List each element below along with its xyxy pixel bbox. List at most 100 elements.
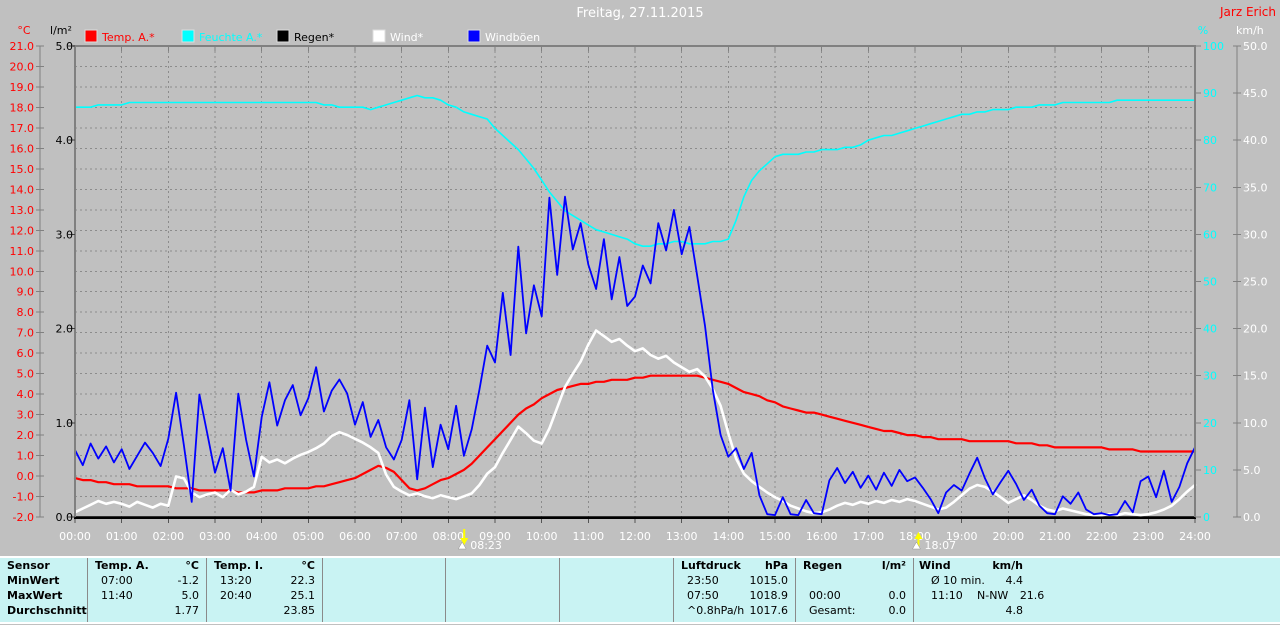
table-row [560,603,673,618]
header-cell [842,558,882,573]
row-label-text: MinWert [7,574,60,587]
table-cell [719,573,750,588]
table-row [323,588,445,603]
svg-text:08:23: 08:23 [470,539,502,552]
svg-text:23:00: 23:00 [1132,530,1164,543]
svg-text:90: 90 [1203,87,1217,100]
svg-text:25.0: 25.0 [1243,276,1268,289]
svg-text:80: 80 [1203,134,1217,147]
table-row: 20:40 25.1 [207,588,322,603]
svg-text:14.0: 14.0 [10,183,35,196]
svg-text:1.0: 1.0 [56,417,74,430]
row-label-text: Sensor [7,559,50,572]
table-row: ^0.8hPa/h 1017.6 [674,603,795,618]
axis-rain-left: l/m² 5.0 4.0 3.0 2.0 1.0 0.0 [50,24,75,524]
table-cell [573,603,666,618]
svg-text:l/m²: l/m² [50,24,72,37]
header-cell: °C [185,559,199,572]
axis-temp-left: °C 21.0 20.0 19.0 18.0 17.0 16.0 15.0 14.0 13.0 12… [10,24,44,524]
svg-text:50: 50 [1203,276,1217,289]
table-cell [336,603,438,618]
table-cell: Ø 10 min. [931,574,985,587]
table-cell: 1017.6 [749,604,789,617]
svg-text:2.0: 2.0 [56,323,74,336]
svg-text:8.0: 8.0 [17,306,35,319]
table-row [560,588,673,603]
group-header: Luftdruck hPa [674,558,795,573]
table-row: Gesamt: 0.0 [796,603,913,618]
table-cell: 22.3 [290,574,316,587]
legend-item-windb-en: Windböen [467,29,540,44]
legend-swatch [276,29,290,43]
table-cell: 5.0 [181,589,200,602]
header-cell [330,558,438,573]
table-row: 13:20 22.3 [207,573,322,588]
svg-text:12.0: 12.0 [10,224,35,237]
svg-text:17.0: 17.0 [10,122,35,135]
svg-text:-2.0: -2.0 [13,511,34,524]
table-cell [573,573,666,588]
table-cell: 0.0 [888,589,907,602]
weather-app-window: °C 21.0 20.0 19.0 18.0 17.0 16.0 15.0 14.0 13.0 12… [0,0,1280,625]
table-group-temp-a-: Temp. A. °C 07:00 -1.2 11:40 5.0 1.77 [87,558,206,622]
table-row [323,603,445,618]
svg-text:Temp. A.*: Temp. A.* [101,31,155,44]
svg-text:40.0: 40.0 [1243,134,1268,147]
table-cell: 1015.0 [749,574,789,587]
table-cell: 00:00 [809,589,841,602]
svg-text:2.0: 2.0 [17,429,35,442]
table-row: 07:50 1018.9 [674,588,795,603]
svg-text:0.0: 0.0 [56,511,74,524]
table-row [560,573,673,588]
svg-text:30.0: 30.0 [1243,228,1268,241]
table-cell [101,603,175,618]
summary-table: Sensor MinWert MaxWert Durchschnitt Temp. A.… [0,556,1280,624]
table-cell: 11:10 [931,589,963,602]
table-cell [252,573,291,588]
header-cell [977,558,991,573]
table-row: 23:50 1015.0 [674,573,795,588]
table-cell: 4.4 [1005,574,1024,587]
header-cell: °C [301,559,315,572]
axis-humidity-right: %1009080706050403020100 [1195,24,1224,524]
header-cell: Temp. I. [214,559,264,572]
table-cell: N-NW [977,589,1009,602]
svg-text:01:00: 01:00 [106,530,138,543]
table-row [446,588,559,603]
table-cell [252,588,291,603]
table-row [796,573,913,588]
axis-wind-right: km/h 50.0 45.0 40.0 35.0 30.0 25.0 20.0 15.0 10.0… [1233,24,1268,524]
table-cell: 23:50 [687,574,719,587]
table-cell: 07:50 [687,589,719,602]
table-cell [809,573,906,588]
svg-text:100: 100 [1203,40,1224,53]
svg-text:16.0: 16.0 [10,142,35,155]
table-row: 11:40 5.0 [88,588,206,603]
svg-text:45.0: 45.0 [1243,87,1268,100]
table-cell [133,573,178,588]
svg-text:3.0: 3.0 [56,228,74,241]
svg-text:13:00: 13:00 [666,530,698,543]
table-cell: 20:40 [220,589,252,602]
header-cell: Regen [803,559,843,572]
svg-text:11.0: 11.0 [10,245,35,258]
svg-text:4.0: 4.0 [56,134,74,147]
svg-text:05:00: 05:00 [292,530,324,543]
page-title: Freitag, 27.11.2015 [576,6,704,21]
svg-text:18:07: 18:07 [924,539,956,552]
table-cell: -1.2 [177,574,199,587]
header-cell: Luftdruck [681,559,741,572]
svg-text:0.0: 0.0 [17,470,35,483]
svg-text:-1.0: -1.0 [13,491,34,504]
table-cell: 1.77 [174,604,200,617]
svg-text:10.0: 10.0 [1243,417,1268,430]
svg-text:km/h: km/h [1236,24,1264,37]
table-cell [336,573,438,588]
header-cell: l/m² [881,559,906,572]
svg-text:21.0: 21.0 [10,40,35,53]
svg-text:10.0: 10.0 [10,265,35,278]
table-row [446,603,559,618]
legend-item-wind-: Wind* [372,29,424,44]
svg-text:Feuchte A.*: Feuchte A.* [199,31,263,44]
header-cell: km/h [992,559,1023,572]
